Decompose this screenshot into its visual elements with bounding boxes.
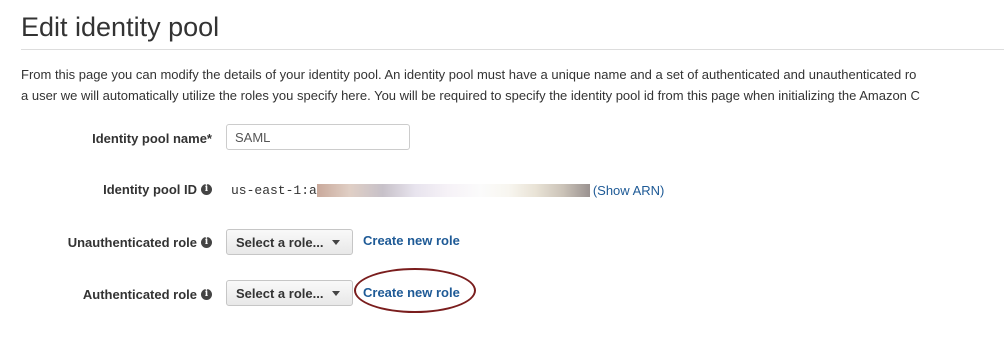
info-icon[interactable]: i [201,237,212,248]
page-description: From this page you can modify the detail… [21,64,1004,106]
edit-identity-pool-page: Edit identity pool From this page you ca… [0,0,1004,357]
create-authenticated-role-link[interactable]: Create new role [363,285,460,300]
info-icon[interactable]: i [201,289,212,300]
identity-pool-name-label: Identity pool name* [92,131,212,146]
description-line: a user we will automatically utilize the… [21,88,920,103]
create-unauthenticated-role-link[interactable]: Create new role [363,233,460,248]
unauthenticated-role-select[interactable]: Select a role... [226,229,353,255]
description-line: From this page you can modify the detail… [21,67,917,82]
title-divider [21,49,1004,50]
identity-pool-id-label: Identity pool ID i [103,182,212,197]
authenticated-role-label: Authenticated role i [83,287,212,302]
caret-down-icon [332,290,341,296]
caret-down-icon [332,239,341,245]
identity-pool-id-value: us-east-1:a (Show ARN) [231,182,664,198]
select-label: Select a role... [236,234,324,250]
identity-pool-id-label-text: Identity pool ID [103,182,197,197]
select-label: Select a role... [236,285,324,301]
redacted-id-block [316,183,590,197]
identity-pool-id-text: us-east-1:a [231,182,317,198]
unauthenticated-role-label: Unauthenticated role i [68,235,212,250]
unauthenticated-role-label-text: Unauthenticated role [67,235,197,250]
identity-pool-name-input[interactable] [226,124,410,150]
identity-pool-name-label-text: Identity pool name* [92,131,212,146]
authenticated-role-select[interactable]: Select a role... [226,280,353,306]
show-arn-link[interactable]: (Show ARN) [593,183,665,198]
page-title: Edit identity pool [21,12,220,42]
info-icon[interactable]: i [201,184,212,195]
authenticated-role-label-text: Authenticated role [82,287,197,302]
